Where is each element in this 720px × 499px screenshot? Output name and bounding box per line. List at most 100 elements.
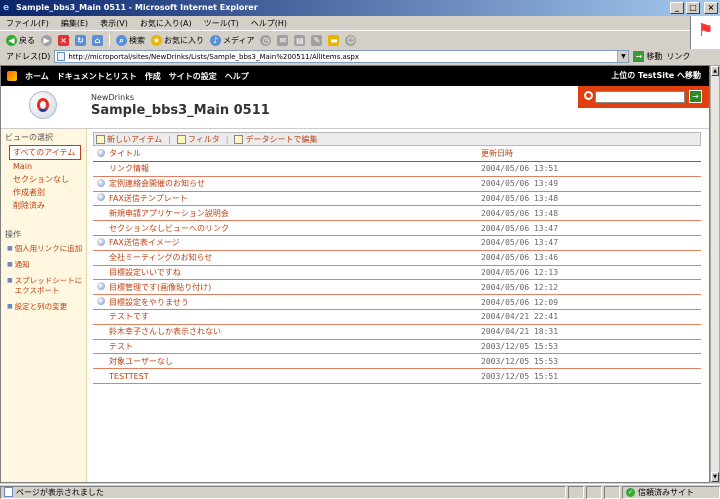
row-title-link[interactable]: 全社ミーティングのお知らせ bbox=[109, 252, 479, 263]
sharepoint-logo-icon bbox=[7, 71, 17, 81]
row-title-link[interactable]: FAX送信表イメージ bbox=[109, 237, 479, 248]
menu-tools[interactable]: ツール(T) bbox=[204, 18, 239, 29]
search-button[interactable]: ⌕ 検索 bbox=[116, 34, 145, 46]
toolbar-separator bbox=[109, 34, 110, 46]
row-title-link[interactable]: 対象ユーザーなし bbox=[109, 356, 479, 367]
list-view: 新しいアイテム | フィルタ | データシートで編集 タイトル 更新日時 リンク… bbox=[93, 132, 701, 384]
action-modify-settings[interactable]: ■ 設定と列の変更 bbox=[1, 301, 86, 313]
row-title-link[interactable]: リンク情報 bbox=[109, 163, 479, 174]
new-item-icon bbox=[96, 134, 105, 144]
go-label: 移動 bbox=[646, 52, 663, 61]
address-input[interactable]: http://microportal/sites/NewDrinks/Lists… bbox=[54, 50, 630, 63]
table-row: 全社ミーティングのお知らせ 2004/05/06 13:46 bbox=[93, 251, 701, 266]
nav-create[interactable]: 作成 bbox=[145, 71, 161, 82]
view-by-author[interactable]: 作成者別 bbox=[1, 186, 86, 199]
row-title-link[interactable]: 目標設定をやりませう bbox=[109, 297, 479, 308]
row-title-link[interactable]: 新規申請アプリケーション説明会 bbox=[109, 208, 479, 219]
action-label: 設定と列の変更 bbox=[14, 302, 68, 311]
action-add-to-my-links[interactable]: ■ 個人用リンクに追加 bbox=[1, 243, 86, 255]
column-header-modified[interactable]: 更新日時 bbox=[479, 148, 679, 159]
print-icon[interactable]: ▤ bbox=[294, 34, 306, 46]
favorites-label: お気に入り bbox=[164, 35, 204, 45]
table-row: テスト 2003/12/05 15:53 bbox=[93, 340, 701, 355]
history-icon[interactable]: ◷ bbox=[260, 34, 272, 46]
address-bar: アドレス(D) http://microportal/sites/NewDrin… bbox=[0, 49, 720, 64]
search-input[interactable] bbox=[595, 91, 685, 103]
scroll-down-icon[interactable]: ▼ bbox=[711, 472, 719, 482]
toolbar-divider: | bbox=[225, 134, 229, 144]
action-export-spreadsheet[interactable]: ■ スプレッドシートにエクスポート bbox=[1, 275, 86, 297]
forward-button[interactable]: ▶ bbox=[41, 34, 52, 46]
menu-view[interactable]: 表示(V) bbox=[100, 18, 128, 29]
page-title: Sample_bbs3_Main 0511 bbox=[91, 103, 270, 118]
new-item-button[interactable]: 新しいアイテム bbox=[96, 134, 162, 145]
table-row: リンク情報 2004/05/06 13:51 bbox=[93, 162, 701, 177]
nav-help[interactable]: ヘルプ bbox=[225, 71, 249, 82]
vertical-scrollbar[interactable]: ▲ ▼ bbox=[710, 65, 720, 483]
go-button[interactable]: → 移動 bbox=[633, 51, 662, 62]
left-nav: ビューの選択 すべてのアイテム Main セクションなし 作成者別 削除済み 操… bbox=[1, 129, 87, 482]
menu-favorites[interactable]: お気に入り(A) bbox=[140, 18, 192, 29]
nav-documents-lists[interactable]: ドキュメントとリスト bbox=[57, 71, 137, 82]
maximize-button[interactable]: □ bbox=[686, 2, 700, 14]
row-title-link[interactable]: セクションなしビューへのリンク bbox=[109, 223, 479, 234]
row-title-link[interactable]: 目標管理です(画像貼り付け) bbox=[109, 282, 479, 293]
favorites-star-icon: ★ bbox=[151, 34, 162, 46]
forward-arrow-icon: ▶ bbox=[41, 34, 52, 46]
datasheet-button[interactable]: データシートで編集 bbox=[234, 134, 317, 145]
table-row: TESTTEST 2003/12/05 15:51 bbox=[93, 369, 701, 384]
menu-help[interactable]: ヘルプ(H) bbox=[251, 18, 287, 29]
column-header-title[interactable]: タイトル bbox=[109, 148, 479, 159]
refresh-icon[interactable]: ↻ bbox=[75, 34, 86, 46]
attachment-icon bbox=[97, 237, 105, 246]
media-button[interactable]: ♪ メディア bbox=[210, 34, 254, 46]
row-modified: 2003/12/05 15:53 bbox=[481, 341, 559, 351]
back-button[interactable]: ◀ 戻る bbox=[6, 34, 35, 46]
links-button[interactable]: リンク bbox=[666, 51, 690, 62]
parent-site-link[interactable]: 上位の TestSite へ移動 bbox=[611, 66, 701, 86]
table-row: 目標設定いいですね 2004/05/06 12:13 bbox=[93, 266, 701, 281]
site-name[interactable]: NewDrinks bbox=[91, 93, 134, 102]
datasheet-label: データシートで編集 bbox=[245, 134, 318, 144]
row-title-link[interactable]: テスト bbox=[109, 341, 479, 352]
nav-site-settings[interactable]: サイトの設定 bbox=[169, 71, 217, 82]
folder-icon[interactable]: ▬ bbox=[328, 34, 340, 46]
row-title-link[interactable]: FAX送信テンプレート bbox=[109, 193, 479, 204]
action-label: スプレッドシートにエクスポート bbox=[14, 276, 83, 295]
row-title-link[interactable]: 鈴木幸子さんしか表示されない bbox=[109, 326, 479, 337]
close-button[interactable]: × bbox=[704, 2, 718, 14]
toolbar: ◀ 戻る ▶ × ↻ ⌂ ⌕ 検索 ★ お気に入り ♪ メディア ◷ ✉ ▤ ✎… bbox=[0, 32, 690, 48]
nav-home[interactable]: ホーム bbox=[25, 71, 49, 82]
search-go-button[interactable]: → bbox=[689, 90, 702, 103]
table-row: 定例連絡会開催のお知らせ 2004/05/06 13:49 bbox=[93, 177, 701, 192]
address-dropdown-icon[interactable]: ▼ bbox=[617, 51, 629, 62]
row-title-link[interactable]: TESTTEST bbox=[109, 372, 479, 381]
scroll-up-icon[interactable]: ▲ bbox=[711, 66, 719, 76]
stop-icon[interactable]: × bbox=[58, 34, 69, 46]
row-title-link[interactable]: 定例連絡会開催のお知らせ bbox=[109, 178, 479, 189]
row-title-link[interactable]: テストです bbox=[109, 311, 479, 322]
status-main: ページが表示されました bbox=[0, 485, 566, 499]
row-title-link[interactable]: 目標設定いいですね bbox=[109, 267, 479, 278]
minimize-button[interactable]: _ bbox=[670, 2, 684, 14]
attachment-cell bbox=[93, 297, 109, 307]
view-no-section[interactable]: セクションなし bbox=[1, 173, 86, 186]
status-text: ページが表示されました bbox=[16, 487, 104, 497]
favorites-button[interactable]: ★ お気に入り bbox=[151, 34, 204, 46]
filter-button[interactable]: フィルタ bbox=[176, 134, 220, 145]
home-icon[interactable]: ⌂ bbox=[92, 34, 103, 46]
page-header: NewDrinks Sample_bbs3_Main 0511 → bbox=[1, 86, 709, 129]
view-all-items[interactable]: すべてのアイテム bbox=[9, 145, 81, 160]
bullet-icon: ■ bbox=[7, 277, 13, 284]
menu-edit[interactable]: 編集(E) bbox=[61, 18, 88, 29]
status-cell bbox=[604, 485, 620, 499]
edit-icon[interactable]: ✎ bbox=[311, 34, 323, 46]
view-main[interactable]: Main bbox=[1, 160, 86, 173]
row-modified: 2004/05/06 13:46 bbox=[481, 253, 559, 263]
menu-file[interactable]: ファイル(F) bbox=[6, 18, 49, 29]
messenger-icon[interactable]: ☺ bbox=[345, 34, 357, 46]
mail-icon[interactable]: ✉ bbox=[277, 34, 289, 46]
view-deleted[interactable]: 削除済み bbox=[1, 199, 86, 212]
attachment-icon bbox=[97, 178, 105, 187]
action-alert[interactable]: ■ 通知 bbox=[1, 259, 86, 271]
